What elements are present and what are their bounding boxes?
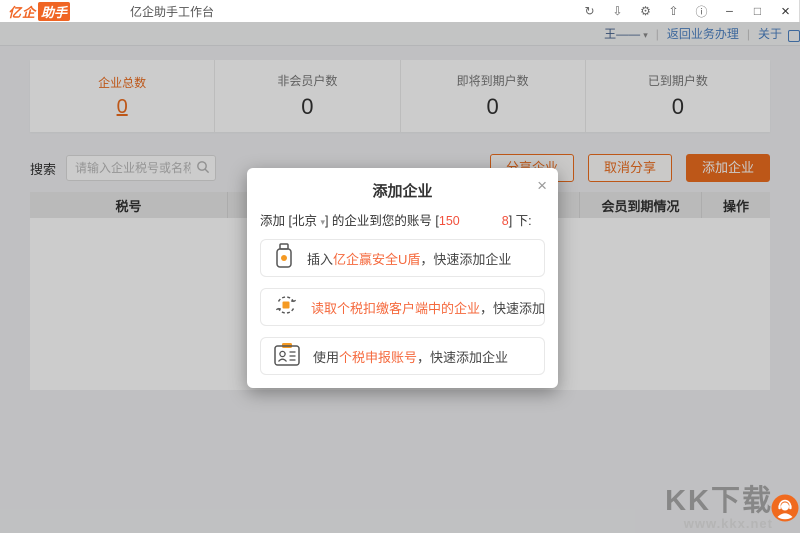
window-controls: ↻ ⇩ ⚙ ⇧ ⓘ − □ × [582, 3, 793, 20]
customer-service-button[interactable] [771, 494, 799, 522]
close-window-button[interactable]: × [778, 3, 793, 20]
add-company-modal: 添加企业 × 添加 [北京 ▾] 的企业到您的账号 [150 8] 下: 插入亿企… [247, 168, 558, 388]
modal-title: 添加企业 [247, 180, 558, 201]
info-icon[interactable]: ⓘ [694, 3, 709, 20]
modal-subtitle: 添加 [北京 ▾] 的企业到您的账号 [150 8] 下: [260, 210, 545, 229]
maximize-button[interactable]: □ [750, 4, 765, 18]
logo-text-2: 助手 [38, 2, 70, 21]
titlebar: 亿企 助手 亿企助手工作台 ↻ ⇩ ⚙ ⇧ ⓘ − □ × [0, 0, 800, 22]
option-read-tax-client[interactable]: 读取个税扣缴客户端中的企业，快速添加 [260, 288, 545, 326]
upload-icon[interactable]: ⇧ [666, 4, 681, 18]
gear-icon[interactable]: ⚙ [638, 4, 653, 18]
account-number-end: 8 [502, 214, 509, 228]
usb-shield-icon [274, 243, 294, 274]
region-value: 北京 [292, 214, 317, 228]
subtitle-suffix: ] 下: [509, 214, 532, 228]
option-label: 使用个税申报账号，快速添加企业 [313, 347, 508, 366]
subtitle-mid: ] 的企业到您的账号 [ [325, 214, 439, 228]
option-tax-account[interactable]: 使用个税申报账号，快速添加企业 [260, 337, 545, 375]
option-label: 插入亿企赢安全U盾，快速添加企业 [307, 249, 511, 268]
modal-options: 插入亿企赢安全U盾，快速添加企业 读取个税扣缴客户端中的企业，快速添加 使用个税… [260, 239, 545, 375]
region-dropdown[interactable]: 北京 ▾ [292, 214, 325, 228]
logo-text-1: 亿企 [8, 2, 36, 21]
subtitle-prefix: 添加 [ [260, 214, 292, 228]
minimize-button[interactable]: − [722, 3, 737, 19]
app-logo: 亿企 助手 [8, 2, 70, 21]
id-card-icon [274, 342, 300, 371]
tab-workspace[interactable]: 亿企助手工作台 [130, 3, 214, 20]
sync-tax-icon [274, 293, 298, 322]
refresh-icon[interactable]: ↻ [582, 4, 597, 18]
close-icon[interactable]: × [537, 177, 547, 194]
option-usb-shield[interactable]: 插入亿企赢安全U盾，快速添加企业 [260, 239, 545, 277]
download-icon[interactable]: ⇩ [610, 4, 625, 18]
option-label: 读取个税扣缴客户端中的企业，快速添加 [311, 298, 545, 317]
account-number-start: 150 [439, 214, 460, 228]
